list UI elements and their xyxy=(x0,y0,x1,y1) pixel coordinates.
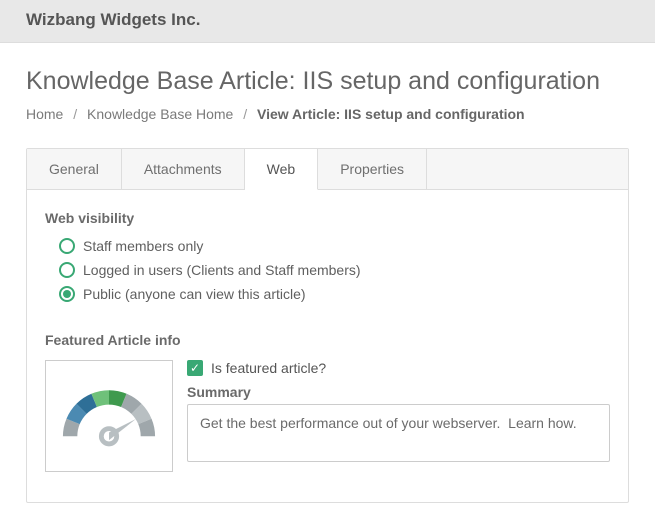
summary-label: Summary xyxy=(187,384,610,400)
check-icon: ✓ xyxy=(187,360,203,376)
tabs: General Attachments Web Properties xyxy=(27,149,628,190)
page-title: Knowledge Base Article: IIS setup and co… xyxy=(26,67,629,96)
breadcrumb-home[interactable]: Home xyxy=(26,106,63,122)
visibility-label: Logged in users (Clients and Staff membe… xyxy=(83,262,361,278)
radio-icon xyxy=(59,286,75,302)
visibility-option-staff[interactable]: Staff members only xyxy=(59,238,610,254)
tab-attachments[interactable]: Attachments xyxy=(122,149,245,189)
visibility-radio-group: Staff members only Logged in users (Clie… xyxy=(59,238,610,302)
radio-icon xyxy=(59,262,75,278)
company-name: Wizbang Widgets Inc. xyxy=(26,10,635,30)
is-featured-label: Is featured article? xyxy=(211,360,326,376)
is-featured-checkbox[interactable]: ✓ Is featured article? xyxy=(187,360,610,376)
featured-thumbnail[interactable] xyxy=(45,360,173,472)
breadcrumb-kb-home[interactable]: Knowledge Base Home xyxy=(87,106,233,122)
featured-row: ✓ Is featured article? Summary xyxy=(45,360,610,472)
featured-right: ✓ Is featured article? Summary xyxy=(187,360,610,465)
tab-body-web: Web visibility Staff members only Logged… xyxy=(27,190,628,502)
visibility-label: Staff members only xyxy=(83,238,203,254)
breadcrumb-current: View Article: IIS setup and configuratio… xyxy=(257,106,525,122)
radio-icon xyxy=(59,238,75,254)
tab-general[interactable]: General xyxy=(27,149,122,189)
breadcrumb: Home / Knowledge Base Home / View Articl… xyxy=(26,106,629,122)
tab-web[interactable]: Web xyxy=(245,149,319,190)
visibility-option-public[interactable]: Public (anyone can view this article) xyxy=(59,286,610,302)
gauge-icon xyxy=(50,371,168,467)
breadcrumb-sep: / xyxy=(73,106,77,122)
featured-article-title: Featured Article info xyxy=(45,332,610,348)
summary-textarea[interactable] xyxy=(187,404,610,462)
tab-properties[interactable]: Properties xyxy=(318,149,427,189)
breadcrumb-sep: / xyxy=(243,106,247,122)
visibility-label: Public (anyone can view this article) xyxy=(83,286,306,302)
visibility-option-logged-in[interactable]: Logged in users (Clients and Staff membe… xyxy=(59,262,610,278)
topbar: Wizbang Widgets Inc. xyxy=(0,0,655,43)
web-visibility-title: Web visibility xyxy=(45,210,610,226)
page-content: Knowledge Base Article: IIS setup and co… xyxy=(0,43,655,529)
tabs-container: General Attachments Web Properties Web v… xyxy=(26,148,629,503)
